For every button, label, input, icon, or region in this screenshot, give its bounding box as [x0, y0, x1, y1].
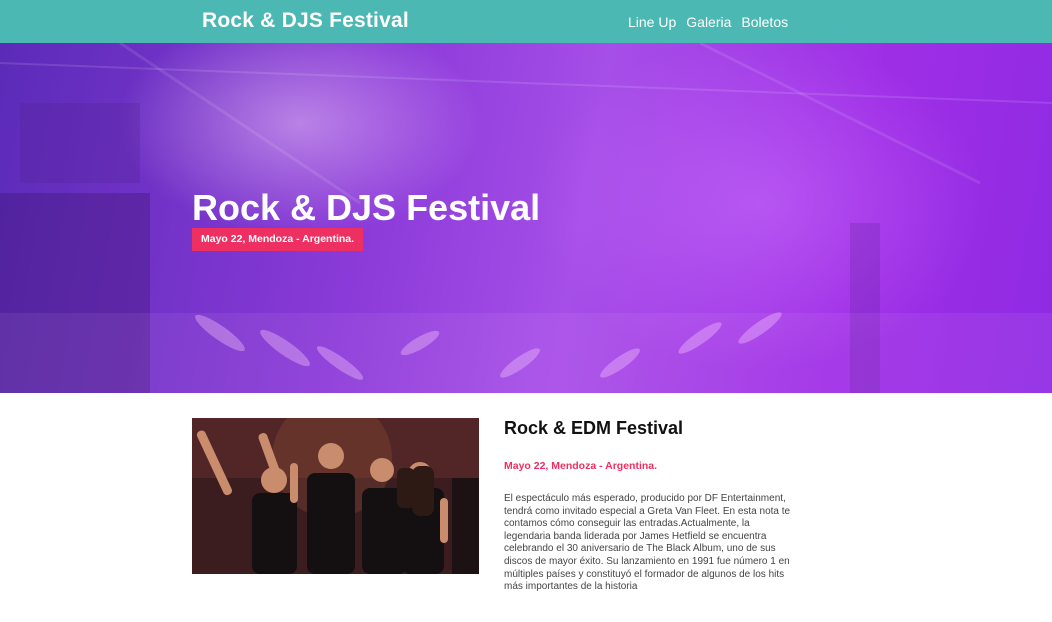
hero-date-badge: Mayo 22, Mendoza - Argentina. [192, 228, 364, 251]
info-date: Mayo 22, Mendoza - Argentina. [504, 460, 658, 472]
navbar: Rock & DJS Festival Line Up Galeria Bole… [0, 0, 1052, 43]
main-nav: Line Up Galeria Boletos [628, 14, 788, 30]
band-photo [192, 418, 479, 574]
nav-link-boletos[interactable]: Boletos [741, 14, 788, 30]
hero-title: Rock & DJS Festival [192, 187, 541, 228]
nav-link-line-up[interactable]: Line Up [628, 14, 676, 30]
nav-link-galeria[interactable]: Galeria [686, 14, 731, 30]
info-description: El espectáculo más esperado, producido p… [504, 493, 791, 593]
band-photo-illustration [192, 418, 479, 574]
brand-link[interactable]: Rock & DJS Festival [202, 9, 409, 33]
info-title: Rock & EDM Festival [504, 418, 684, 438]
hero-banner: Rock & DJS Festival Mayo 22, Mendoza - A… [0, 43, 1052, 393]
